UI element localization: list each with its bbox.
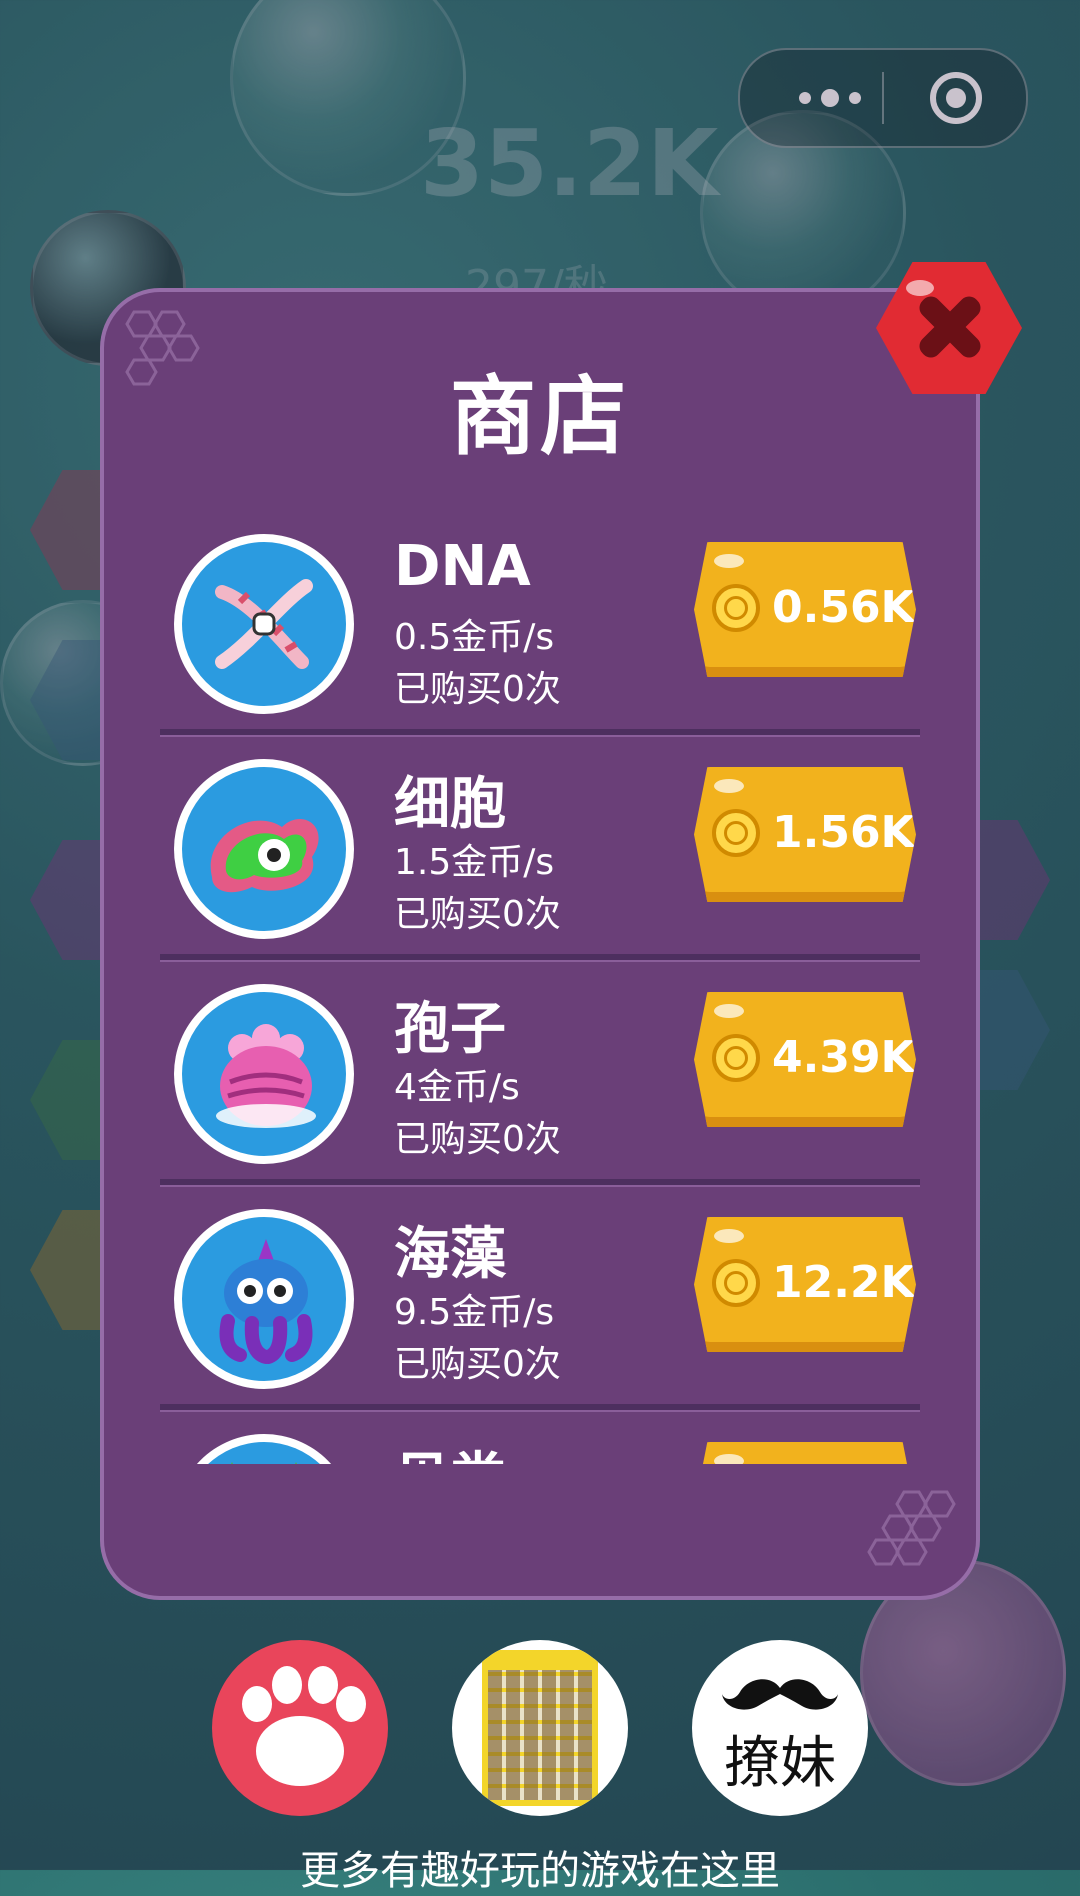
spore-icon — [216, 1024, 316, 1128]
seaweed-icon — [219, 1239, 313, 1364]
poster-grid — [488, 1670, 592, 1800]
coin-icon — [712, 1259, 760, 1307]
paw-icon[interactable] — [212, 1640, 388, 1816]
cell-icon — [210, 818, 319, 893]
buy-button[interactable]: 1.56K — [694, 767, 916, 902]
more-games-text: 更多有趣好玩的游戏在这里 — [300, 1848, 780, 1894]
shop-item: 细胞 1.5金币/s 已购买0次 1.56K — [104, 737, 976, 962]
mustache-icon[interactable]: 撩妹 — [692, 1640, 868, 1816]
button-shine — [714, 779, 744, 793]
shellfish-icon — [231, 1462, 297, 1464]
shop-item: 海藻 9.5金币/s 已购买0次 12.2K — [104, 1187, 976, 1412]
shop-title: 商店 — [450, 367, 630, 467]
item-divider — [160, 1404, 920, 1412]
item-price: 12.2K — [772, 1257, 915, 1308]
coin-icon — [712, 584, 760, 632]
shop-item: 孢子 4金币/s 已购买0次 4.39K — [104, 962, 976, 1187]
shop-list[interactable]: DNA 0.5金币/s 已购买0次 0.56K 细胞 1.5金币/s 已购买0次… — [104, 512, 976, 1464]
buy-button[interactable]: 12.2K — [694, 1217, 916, 1352]
button-shine — [714, 554, 744, 568]
poster-icon[interactable] — [452, 1640, 628, 1816]
shop-item: 贝类 — [104, 1412, 976, 1464]
item-bought-count: 已购买0次 — [394, 894, 561, 935]
item-name: 细胞 — [394, 772, 506, 837]
item-avatar — [174, 534, 354, 714]
item-divider — [160, 954, 920, 962]
coin-icon — [712, 809, 760, 857]
item-name: 贝类 — [394, 1434, 506, 1464]
item-bought-count: 已购买0次 — [394, 1119, 561, 1160]
buy-button[interactable] — [694, 1442, 916, 1464]
shop-panel: 商店 DNA 0.5金币/s 已购买0次 0.56K 细胞 1.5金币/s 已购… — [100, 288, 980, 1600]
item-rate: 9.5金币/s — [394, 1292, 555, 1333]
button-shine — [714, 1004, 744, 1018]
coin-icon — [712, 1034, 760, 1082]
honeycomb-decoration — [867, 1490, 956, 1566]
item-price: 0.56K — [772, 582, 915, 633]
buy-button[interactable]: 4.39K — [694, 992, 916, 1127]
item-price: 1.56K — [772, 807, 915, 858]
button-shine — [906, 280, 934, 296]
item-avatar — [174, 759, 354, 939]
item-rate: 1.5金币/s — [394, 842, 555, 883]
item-name: 孢子 — [394, 997, 506, 1062]
item-avatar — [174, 1434, 354, 1464]
button-shine — [714, 1229, 744, 1243]
item-bought-count: 已购买0次 — [394, 1344, 561, 1385]
mustache-label: 撩妹 — [724, 1731, 836, 1796]
button-shine — [714, 1454, 744, 1464]
buy-button[interactable]: 0.56K — [694, 542, 916, 677]
item-avatar — [174, 984, 354, 1164]
item-price: 4.39K — [772, 1032, 915, 1083]
item-divider — [160, 1179, 920, 1187]
item-avatar — [174, 1209, 354, 1389]
item-name: 海藻 — [394, 1222, 506, 1287]
item-rate: 0.5金币/s — [394, 617, 555, 658]
item-bought-count: 已购买0次 — [394, 669, 561, 710]
dna-icon — [215, 579, 313, 669]
item-rate: 4金币/s — [394, 1067, 520, 1108]
mustache-shape — [722, 1679, 838, 1710]
item-name: DNA — [394, 534, 531, 599]
item-divider — [160, 729, 920, 737]
shop-item: DNA 0.5金币/s 已购买0次 0.56K — [104, 512, 976, 737]
